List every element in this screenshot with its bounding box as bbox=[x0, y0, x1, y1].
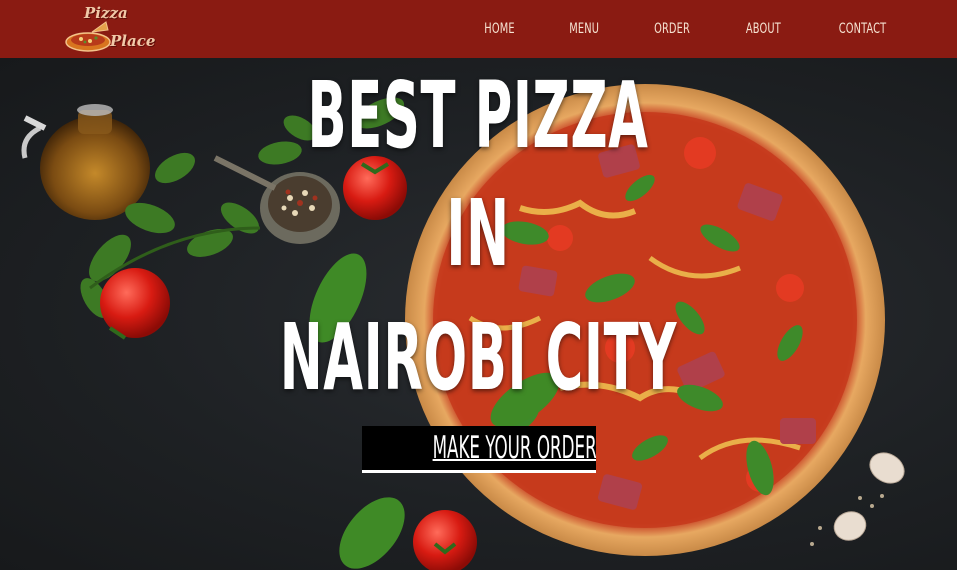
logo-word-place: Place bbox=[110, 32, 156, 50]
make-order-label: MAKE YOUR ORDER NOW bbox=[432, 430, 596, 466]
basil-leaf-2 bbox=[339, 497, 405, 569]
nav-menu[interactable]: MENU bbox=[569, 21, 599, 37]
nav-order[interactable]: ORDER bbox=[654, 21, 690, 37]
nav-contact[interactable]: CONTACT bbox=[839, 21, 887, 37]
hero-section: BEST PIZZA IN NAIROBI CITY MAKE YOUR ORD… bbox=[0, 58, 957, 570]
page: Pizza Place HOME MENU ORDER ABOUT CONTAC… bbox=[0, 0, 957, 570]
make-order-button[interactable]: MAKE YOUR ORDER NOW bbox=[362, 426, 596, 473]
main-nav: HOME MENU ORDER ABOUT CONTACT bbox=[434, 0, 893, 58]
nav-home[interactable]: HOME bbox=[484, 21, 514, 37]
hero-title-line-3: NAIROBI CITY bbox=[279, 304, 678, 411]
hero-title-line-2: IN bbox=[446, 180, 511, 287]
tomato-3 bbox=[413, 510, 477, 570]
top-navbar: Pizza Place HOME MENU ORDER ABOUT CONTAC… bbox=[0, 0, 957, 58]
logo-word-pizza: Pizza bbox=[84, 4, 128, 22]
pizza-place-logo[interactable]: Pizza Place bbox=[62, 2, 156, 56]
hero-title-line-1: BEST PIZZA bbox=[307, 62, 649, 169]
nav-about[interactable]: ABOUT bbox=[746, 21, 781, 37]
